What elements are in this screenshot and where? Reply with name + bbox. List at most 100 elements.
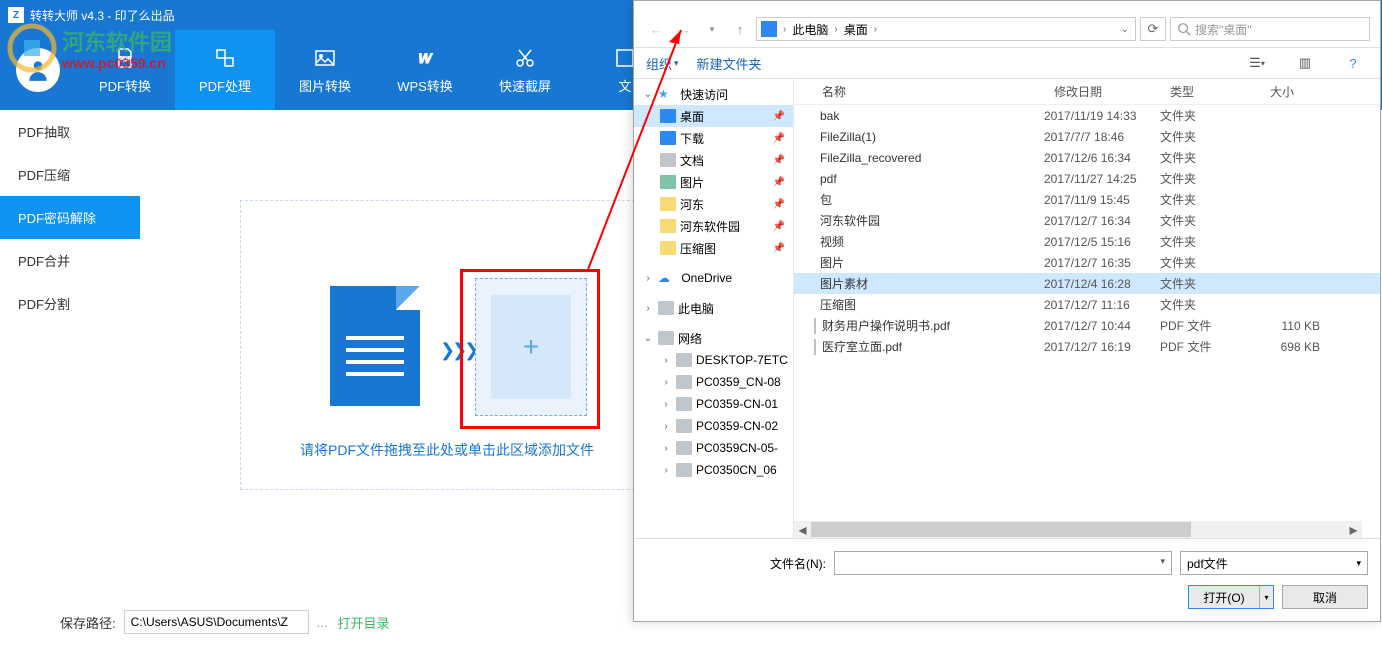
scrollbar-thumb[interactable] (811, 522, 1191, 537)
chevron-right-icon: › (832, 24, 839, 35)
col-type[interactable]: 类型 (1160, 83, 1260, 100)
chevron-down-icon[interactable]: ⌄ (1119, 24, 1131, 35)
svg-text:W: W (418, 50, 433, 66)
col-name[interactable]: 名称 (794, 83, 1044, 100)
sidebar-split[interactable]: PDF分割 (0, 282, 140, 325)
dialog-bottom: 文件名(N): ▾ pdf文件▾ 打开(O)▾ 取消 (634, 538, 1380, 621)
file-row[interactable]: 图片素材2017/12/4 16:28文件夹 (794, 273, 1380, 294)
chevron-down-icon[interactable]: ▾ (1160, 556, 1165, 567)
cancel-button[interactable]: 取消 (1282, 585, 1368, 609)
path-segment[interactable]: 此电脑 (792, 21, 828, 38)
nav-wps-convert[interactable]: W WPS转换 (375, 30, 475, 110)
organize-button[interactable]: 组织▾ (646, 54, 679, 73)
nav-item[interactable]: 河东📌 (634, 193, 793, 215)
col-date[interactable]: 修改日期 (1044, 83, 1160, 100)
save-path-input[interactable] (124, 610, 309, 634)
file-row[interactable]: 压缩图2017/12/7 11:16文件夹 (794, 294, 1380, 315)
file-type: 文件夹 (1160, 212, 1260, 229)
sidebar-merge[interactable]: PDF合并 (0, 239, 140, 282)
back-button[interactable]: ← (644, 17, 668, 41)
help-button[interactable]: ? (1338, 52, 1368, 74)
file-type: PDF 文件 (1160, 338, 1260, 355)
search-placeholder: 搜索"桌面" (1195, 21, 1252, 38)
nav-item[interactable]: 文档📌 (634, 149, 793, 171)
path-box[interactable]: › 此电脑 › 桌面 › ⌄ (756, 17, 1136, 41)
file-row[interactable]: 医疗室立面.pdf2017/12/7 16:19PDF 文件698 KB (794, 336, 1380, 357)
new-folder-button[interactable]: 新建文件夹 (697, 54, 762, 73)
file-date: 2017/11/19 14:33 (1044, 109, 1160, 123)
nav-item[interactable]: ›PC0359-CN-02 (634, 415, 793, 437)
file-row[interactable]: 图片2017/12/7 16:35文件夹 (794, 252, 1380, 273)
file-date: 2017/7/7 18:46 (1044, 130, 1160, 144)
onedrive[interactable]: ›☁ OneDrive (634, 267, 793, 289)
file-row[interactable]: pdf2017/11/27 14:25文件夹 (794, 168, 1380, 189)
view-mode-button[interactable]: ☰▾ (1242, 52, 1272, 74)
scroll-left-icon[interactable]: ◂ (794, 521, 811, 538)
nav-label: 快速截屏 (499, 76, 551, 95)
nav-img-convert[interactable]: 图片转换 (275, 30, 375, 110)
nav-snip[interactable]: 快速截屏 (475, 30, 575, 110)
file-date: 2017/11/9 15:45 (1044, 193, 1160, 207)
file-row[interactable]: FileZilla_recovered2017/12/6 16:34文件夹 (794, 147, 1380, 168)
forward-button[interactable]: → (672, 17, 696, 41)
pdf-icon (814, 318, 816, 334)
nav-item[interactable]: 图片📌 (634, 171, 793, 193)
recent-dropdown[interactable]: ▾ (700, 17, 724, 41)
nav-item[interactable]: 河东软件园📌 (634, 215, 793, 237)
search-input[interactable]: 搜索"桌面" (1170, 17, 1370, 41)
nav-item[interactable]: 桌面📌 (634, 105, 793, 127)
pin-icon: 📌 (773, 177, 785, 188)
nav-item[interactable]: ›PC0359-CN-01 (634, 393, 793, 415)
browse-button[interactable]: ... (317, 615, 328, 630)
open-button[interactable]: 打开(O)▾ (1188, 585, 1274, 609)
app-logo-icon: Z (8, 7, 24, 23)
nav-item[interactable]: 压缩图📌 (634, 237, 793, 259)
nav-pdf-process[interactable]: PDF处理 (175, 30, 275, 110)
filter-select[interactable]: pdf文件▾ (1180, 551, 1368, 575)
quick-access[interactable]: ⌄★ 快速访问 (634, 83, 793, 105)
sidebar-extract[interactable]: PDF抽取 (0, 110, 140, 153)
sidebar-compress[interactable]: PDF压缩 (0, 153, 140, 196)
document-icon (330, 286, 420, 406)
network[interactable]: ⌄网络 (634, 327, 793, 349)
sidebar-decrypt[interactable]: PDF密码解除 (0, 196, 140, 239)
file-type: 文件夹 (1160, 254, 1260, 271)
nav-item-label: 文档 (680, 152, 704, 169)
folder-icon (761, 21, 777, 37)
file-date: 2017/11/27 14:25 (1044, 172, 1160, 186)
file-row[interactable]: 河东软件园2017/12/7 16:34文件夹 (794, 210, 1380, 231)
file-date: 2017/12/7 16:34 (1044, 214, 1160, 228)
nav-item[interactable]: ›DESKTOP-7ETC (634, 349, 793, 371)
horizontal-scrollbar[interactable]: ◂ ▸ (794, 521, 1362, 538)
nav-item[interactable]: 下载📌 (634, 127, 793, 149)
file-row[interactable]: 视频2017/12/5 15:16文件夹 (794, 231, 1380, 252)
pc-icon (676, 353, 692, 367)
nav-item[interactable]: ›PC0359CN-05- (634, 437, 793, 459)
path-segment[interactable]: 桌面 (844, 21, 868, 38)
open-dir-link[interactable]: 打开目录 (337, 613, 389, 632)
nav-item[interactable]: ›PC0350CN_06 (634, 459, 793, 481)
file-row[interactable]: 包2017/11/9 15:45文件夹 (794, 189, 1380, 210)
filename-input[interactable]: ▾ (834, 551, 1172, 575)
pc-icon (676, 463, 692, 477)
preview-pane-button[interactable]: ▥ (1290, 52, 1320, 74)
user-avatar[interactable] (0, 30, 75, 110)
up-button[interactable]: ↑ (728, 17, 752, 41)
this-pc[interactable]: ›此电脑 (634, 297, 793, 319)
refresh-button[interactable]: ⟳ (1140, 17, 1166, 41)
scroll-right-icon[interactable]: ▸ (1345, 521, 1362, 538)
pin-icon: 📌 (773, 199, 785, 210)
chevron-down-icon: ▾ (1356, 558, 1361, 569)
file-row[interactable]: FileZilla(1)2017/7/7 18:46文件夹 (794, 126, 1380, 147)
nav-item[interactable]: ›PC0359_CN-08 (634, 371, 793, 393)
col-size[interactable]: 大小 (1260, 83, 1330, 100)
file-type: 文件夹 (1160, 191, 1260, 208)
nav-item-label: PC0359-CN-02 (696, 419, 778, 433)
file-size: 110 KB (1260, 319, 1330, 333)
file-row[interactable]: bak2017/11/19 14:33文件夹 (794, 105, 1380, 126)
pin-icon: 📌 (773, 221, 785, 232)
file-row[interactable]: 财务用户操作说明书.pdf2017/12/7 10:44PDF 文件110 KB (794, 315, 1380, 336)
nav-pdf-convert[interactable]: PDF PDF转换 (75, 30, 175, 110)
chevron-down-icon[interactable]: ▾ (1259, 586, 1273, 608)
file-name: 视频 (820, 235, 844, 249)
